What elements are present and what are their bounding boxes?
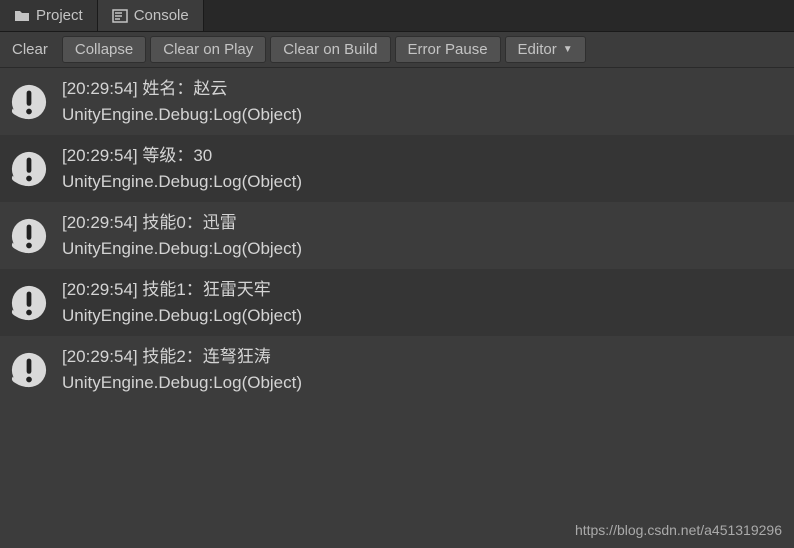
clear-on-play-button[interactable]: Clear on Play	[150, 36, 266, 63]
tab-label: Project	[36, 7, 83, 24]
log-text: [20:29:54] 技能2：连弩狂涛UnityEngine.Debug:Log…	[62, 344, 302, 395]
chevron-down-icon: ▼	[563, 44, 573, 55]
info-icon	[10, 83, 48, 121]
tab-console[interactable]: Console	[98, 0, 204, 31]
log-trace: UnityEngine.Debug:Log(Object)	[62, 303, 302, 329]
tab-project[interactable]: Project	[0, 0, 98, 31]
info-icon	[10, 284, 48, 322]
log-trace: UnityEngine.Debug:Log(Object)	[62, 370, 302, 396]
log-text: [20:29:54] 技能0：迅雷UnityEngine.Debug:Log(O…	[62, 210, 302, 261]
log-message: [20:29:54] 技能2：连弩狂涛	[62, 344, 302, 370]
console-log-list: [20:29:54] 姓名：赵云UnityEngine.Debug:Log(Ob…	[0, 68, 794, 403]
tab-label: Console	[134, 7, 189, 24]
log-row[interactable]: [20:29:54] 姓名：赵云UnityEngine.Debug:Log(Ob…	[0, 68, 794, 135]
folder-icon	[14, 8, 30, 24]
console-toolbar: Clear Collapse Clear on Play Clear on Bu…	[0, 32, 794, 68]
clear-button[interactable]: Clear	[2, 36, 58, 63]
log-row[interactable]: [20:29:54] 技能2：连弩狂涛UnityEngine.Debug:Log…	[0, 336, 794, 403]
log-text: [20:29:54] 姓名：赵云UnityEngine.Debug:Log(Ob…	[62, 76, 302, 127]
log-row[interactable]: [20:29:54] 技能0：迅雷UnityEngine.Debug:Log(O…	[0, 202, 794, 269]
info-icon	[10, 150, 48, 188]
console-icon	[112, 8, 128, 24]
watermark-text: https://blog.csdn.net/a451319296	[575, 522, 782, 538]
log-trace: UnityEngine.Debug:Log(Object)	[62, 236, 302, 262]
log-row[interactable]: [20:29:54] 技能1：狂雷天牢UnityEngine.Debug:Log…	[0, 269, 794, 336]
collapse-button[interactable]: Collapse	[62, 36, 146, 63]
log-text: [20:29:54] 技能1：狂雷天牢UnityEngine.Debug:Log…	[62, 277, 302, 328]
log-message: [20:29:54] 技能1：狂雷天牢	[62, 277, 302, 303]
editor-dropdown[interactable]: Editor ▼	[505, 36, 586, 63]
log-message: [20:29:54] 姓名：赵云	[62, 76, 302, 102]
log-trace: UnityEngine.Debug:Log(Object)	[62, 102, 302, 128]
log-message: [20:29:54] 技能0：迅雷	[62, 210, 302, 236]
error-pause-button[interactable]: Error Pause	[395, 36, 501, 63]
log-text: [20:29:54] 等级：30UnityEngine.Debug:Log(Ob…	[62, 143, 302, 194]
log-row[interactable]: [20:29:54] 等级：30UnityEngine.Debug:Log(Ob…	[0, 135, 794, 202]
log-message: [20:29:54] 等级：30	[62, 143, 302, 169]
log-trace: UnityEngine.Debug:Log(Object)	[62, 169, 302, 195]
tab-bar: Project Console	[0, 0, 794, 32]
info-icon	[10, 351, 48, 389]
clear-on-build-button[interactable]: Clear on Build	[270, 36, 390, 63]
info-icon	[10, 217, 48, 255]
